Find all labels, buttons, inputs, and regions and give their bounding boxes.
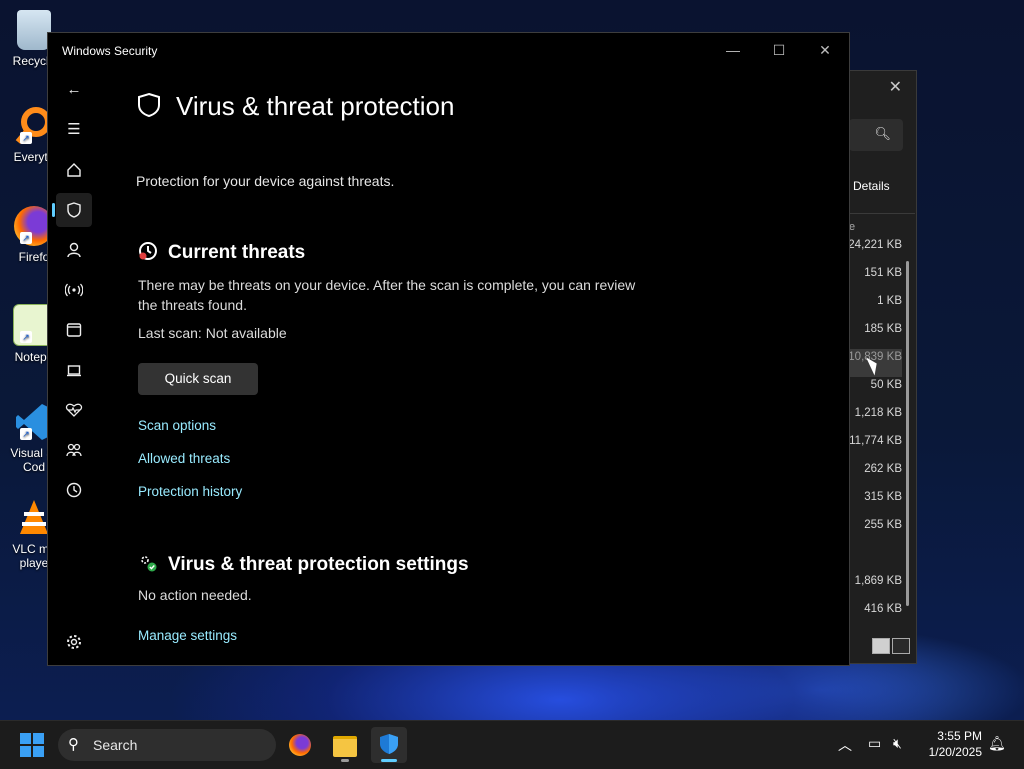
windows-security-window: Windows Security — ☐ ✕ ← ☰ Virus & threa…	[47, 32, 850, 666]
current-threats-heading: Current threats	[138, 241, 305, 264]
scan-options-link[interactable]: Scan options	[138, 418, 216, 433]
close-icon[interactable]: ✕	[889, 77, 902, 97]
notification-bell-icon[interactable]: 🔔︎	[988, 735, 1006, 752]
sidebar-item-settings[interactable]	[56, 625, 92, 659]
shield-icon	[67, 202, 81, 218]
sidebar-item-virus-protection[interactable]	[52, 193, 92, 227]
window-title: Windows Security	[62, 44, 158, 58]
sidebar-item-account[interactable]	[56, 233, 92, 267]
back-icon: ←	[66, 81, 82, 98]
settings-icon	[67, 635, 81, 650]
allowed-threats-link[interactable]: Allowed threats	[138, 451, 230, 466]
current-threats-description: There may be threats on your device. Aft…	[138, 277, 636, 313]
current-threats-heading-text: Current threats	[168, 242, 306, 263]
sidebar-item-family[interactable]	[56, 433, 92, 467]
wifi-icon	[64, 283, 84, 297]
sidebar-nav: ← ☰	[48, 67, 96, 665]
taskbar-clock[interactable]: 3:55 PM 1/20/2025	[918, 728, 982, 760]
taskbar-search[interactable]: ⚲ Search	[58, 729, 276, 761]
divider	[849, 213, 915, 214]
volume-muted-icon[interactable]: 🔇︎	[893, 735, 902, 752]
folder-icon	[333, 736, 357, 757]
taskbar-app-firefox[interactable]	[282, 727, 318, 763]
sidebar-item-firewall[interactable]	[56, 273, 92, 307]
title-bar[interactable]: Windows Security — ☐ ✕	[48, 33, 849, 67]
shield-icon	[138, 92, 160, 118]
sidebar-item-app-browser[interactable]	[56, 313, 92, 347]
shield-icon	[380, 734, 398, 754]
back-button[interactable]: ←	[56, 73, 92, 107]
quick-scan-button[interactable]: Quick scan	[138, 363, 258, 395]
taskbar-app-file-explorer[interactable]	[327, 727, 363, 763]
settings-status-icon	[141, 556, 157, 572]
view-toggle	[870, 638, 910, 659]
page-title: Virus & threat protection	[136, 91, 454, 122]
clock-time: 3:55 PM	[937, 729, 982, 743]
scrollbar[interactable]	[906, 261, 909, 606]
menu-icon: ☰	[67, 121, 81, 138]
health-icon	[65, 403, 83, 417]
taskbar-search-label: Search	[93, 737, 138, 753]
home-icon	[67, 163, 81, 177]
protection-history-link[interactable]: Protection history	[138, 484, 242, 499]
maximize-button[interactable]: ☐	[759, 39, 799, 61]
last-scan-text: Last scan: Not available	[138, 325, 287, 341]
start-button[interactable]	[20, 733, 44, 757]
chevron-up-icon[interactable]: ︿	[838, 735, 852, 755]
sidebar-item-device-security[interactable]	[56, 353, 92, 387]
laptop-icon	[67, 365, 81, 377]
tiles-view-icon[interactable]	[892, 638, 910, 654]
history-icon	[66, 482, 82, 498]
menu-button[interactable]: ☰	[56, 113, 92, 147]
minimize-button[interactable]: —	[713, 39, 753, 61]
threat-history-icon	[139, 242, 157, 260]
settings-heading-text: Virus & threat protection settings	[168, 554, 469, 575]
recycle-bin-icon	[17, 10, 51, 50]
taskbar-app-windows-security[interactable]	[371, 727, 407, 763]
app-browser-icon	[66, 323, 82, 337]
shortcut-arrow-icon: ↗	[20, 132, 32, 144]
sidebar-item-home[interactable]	[56, 153, 92, 187]
settings-status: No action needed.	[138, 587, 252, 603]
manage-settings-link[interactable]: Manage settings	[138, 628, 237, 643]
sidebar-item-history[interactable]	[56, 473, 92, 507]
sidebar-item-device-health[interactable]	[56, 393, 92, 427]
firefox-icon	[289, 734, 311, 756]
family-icon	[66, 443, 82, 457]
explorer-search-box[interactable]: 🔍︎	[849, 119, 903, 151]
details-view-icon[interactable]	[872, 638, 890, 654]
page-subtitle: Protection for your device against threa…	[136, 173, 395, 189]
search-icon: 🔍︎	[874, 126, 891, 141]
taskbar: ⚲ Search ︿ ▭ 🔇︎ 3:55 PM 1/20/2025 🔔︎	[0, 720, 1024, 769]
account-icon	[67, 242, 81, 258]
settings-heading: Virus & threat protection settings	[138, 553, 469, 576]
details-button[interactable]: Details	[853, 179, 890, 193]
page-title-text: Virus & threat protection	[176, 91, 455, 121]
network-icon[interactable]: ▭	[868, 735, 881, 752]
clock-date: 1/20/2025	[928, 745, 982, 759]
close-button[interactable]: ✕	[805, 39, 845, 61]
search-icon: ⚲	[68, 736, 79, 753]
